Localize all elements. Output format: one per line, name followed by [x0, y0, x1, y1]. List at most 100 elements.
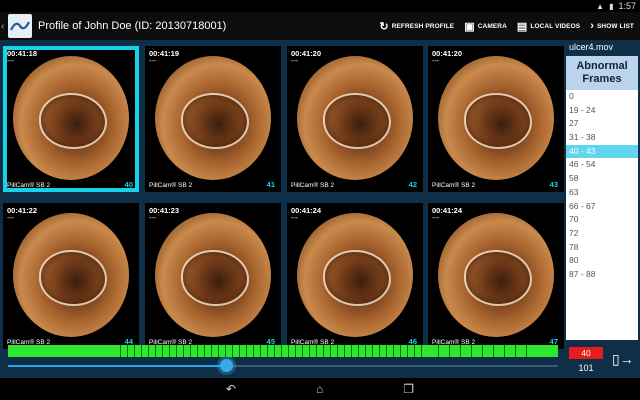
timeline-tick: [225, 345, 226, 357]
endoscopy-image: [297, 213, 413, 337]
abnormal-frame-item[interactable]: 19 - 24: [566, 104, 638, 118]
timeline-tick: [253, 345, 254, 357]
endoscopy-image: [13, 213, 129, 337]
abnormal-frame-item[interactable]: 78: [566, 241, 638, 255]
abnormal-frame-item[interactable]: 70: [566, 213, 638, 227]
frame-thumbnail[interactable]: 00:41:20 --- PillCam® SB 2 42: [287, 46, 423, 192]
back-caret-icon[interactable]: ‹: [1, 21, 7, 32]
frame-brand: PillCam® SB 2: [7, 182, 51, 189]
camera-button[interactable]: ▣ CAMERA: [464, 20, 507, 33]
timeline-tick: [482, 345, 483, 357]
timeline-tick: [393, 345, 394, 357]
frame-subtitle: ---: [291, 215, 298, 222]
endoscopy-image: [155, 213, 271, 337]
abnormal-frame-item[interactable]: 0: [566, 90, 638, 104]
playback-slider[interactable]: [8, 359, 558, 372]
abnormal-frames-panel: ulcer4.mov Abnormal Frames 0 19 - 24 27 31 …: [566, 40, 638, 340]
timeline-tick: [169, 345, 170, 357]
chevron-right-icon: ›: [590, 20, 594, 32]
frame-timestamp: 00:41:22: [7, 206, 38, 215]
frame-thumbnail[interactable]: 00:41:19 --- PillCam® SB 2 41: [145, 46, 281, 192]
timeline-tick: [358, 345, 359, 357]
abnormal-frame-item[interactable]: 66 - 67: [566, 200, 638, 214]
frame-subtitle: ---: [149, 215, 156, 222]
timeline-tick: [344, 345, 345, 357]
abnormal-frame-item[interactable]: 27: [566, 117, 638, 131]
timeline-tick: [183, 345, 184, 357]
abnormal-frame-item[interactable]: 58: [566, 172, 638, 186]
timeline-tick: [438, 345, 439, 357]
abnormal-frame-item[interactable]: 80: [566, 254, 638, 268]
back-icon[interactable]: ↶: [226, 382, 236, 396]
frame-timestamp: 00:41:24: [291, 206, 322, 215]
frame-thumbnail[interactable]: 00:41:24 --- PillCam® SB 2 46: [287, 203, 423, 349]
home-icon[interactable]: ⌂: [316, 382, 323, 396]
timeline-tick: [267, 345, 268, 357]
show-list-button[interactable]: › SHOW LIST: [590, 20, 634, 32]
timeline-tick: [127, 345, 128, 357]
timeline-tick: [337, 345, 338, 357]
timeline-tick: [515, 345, 516, 357]
timeline-tick: [407, 345, 408, 357]
frame-subtitle: ---: [149, 58, 156, 65]
frame-grid: 00:41:18 --- PillCam® SB 2 40 00:41:19 --- Pil…: [0, 40, 564, 380]
endoscopy-image: [297, 56, 413, 180]
camera-icon: ▣: [464, 20, 475, 33]
timeline-tick: [449, 345, 450, 357]
frame-thumbnail[interactable]: 00:41:20 --- PillCam® SB 2 43: [428, 46, 564, 192]
app-logo[interactable]: [8, 14, 32, 38]
frame-subtitle: ---: [7, 215, 14, 222]
abnormal-frame-item[interactable]: 46 - 54: [566, 158, 638, 172]
abnormal-frame-item[interactable]: 72: [566, 227, 638, 241]
local-videos-button[interactable]: ▤ LOCAL VIDEOS: [517, 20, 580, 33]
abnormal-frame-item[interactable]: 31 - 38: [566, 131, 638, 145]
timeline-tick: [330, 345, 331, 357]
timeline-tick: [274, 345, 275, 357]
timeline-tick: [526, 345, 527, 357]
frame-subtitle: ---: [291, 58, 298, 65]
abnormal-frame-item[interactable]: 87 - 88: [566, 268, 638, 282]
timeline-tick: [386, 345, 387, 357]
recents-icon[interactable]: ❐: [403, 382, 414, 396]
timeline-tick: [281, 345, 282, 357]
frame-brand: PillCam® SB 2: [432, 182, 476, 189]
video-filename: ulcer4.mov: [566, 40, 638, 56]
timeline-tick: [460, 345, 461, 357]
timeline-tick: [218, 345, 219, 357]
slider-thumb[interactable]: [220, 359, 233, 372]
total-frames: 101: [578, 363, 594, 373]
system-nav-bar: ↶ ⌂ ❐: [0, 378, 640, 400]
timeline-tick: [197, 345, 198, 357]
timeline-tick: [190, 345, 191, 357]
timeline-tick: [141, 345, 142, 357]
frame-thumbnail[interactable]: 00:41:23 --- PillCam® SB 2 45: [145, 203, 281, 349]
timeline-tick: [372, 345, 373, 357]
wifi-icon: ▲: [596, 1, 605, 11]
timeline-tick: [148, 345, 149, 357]
timeline-tick: [471, 345, 472, 357]
timeline-tick: [365, 345, 366, 357]
abnormal-frames-list: 0 19 - 24 27 31 - 38 40 - 43 46 - 54 58 63 66 - …: [566, 90, 638, 282]
abnormal-timeline-bar[interactable]: [8, 345, 558, 357]
frame-subtitle: ---: [7, 58, 14, 65]
frame-timestamp: 00:41:24: [432, 206, 463, 215]
refresh-profile-button[interactable]: ↻ REFRESH PROFILE: [379, 20, 454, 33]
frame-thumbnail[interactable]: 00:41:22 --- PillCam® SB 2 44: [3, 203, 139, 349]
timeline-tick: [309, 345, 310, 357]
frame-timestamp: 00:41:20: [432, 49, 463, 58]
timeline-tick: [421, 345, 422, 357]
frame-thumbnail[interactable]: 00:41:18 --- PillCam® SB 2 40: [3, 46, 139, 192]
timeline-tick: [400, 345, 401, 357]
main-area: 00:41:18 --- PillCam® SB 2 40 00:41:19 --- Pil…: [0, 40, 640, 378]
timeline-tick: [414, 345, 415, 357]
slider-fill: [8, 365, 226, 367]
endoscopy-image: [438, 56, 554, 180]
frame-brand: PillCam® SB 2: [291, 182, 335, 189]
abnormal-frame-item[interactable]: 63: [566, 186, 638, 200]
exit-icon[interactable]: ▯→: [612, 351, 634, 368]
abnormal-frame-item[interactable]: 40 - 43: [566, 144, 638, 159]
timeline-tick: [295, 345, 296, 357]
action-label: SHOW LIST: [596, 22, 634, 30]
frame-thumbnail[interactable]: 00:41:24 --- PillCam® SB 2 47: [428, 203, 564, 349]
frame-number: 42: [408, 180, 417, 189]
